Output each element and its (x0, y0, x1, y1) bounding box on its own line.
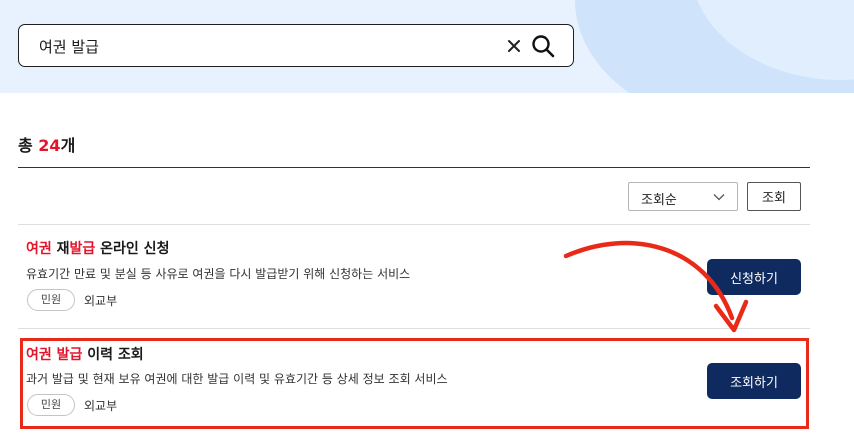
query-button[interactable]: 조회 (747, 182, 801, 211)
title-highlight: 발급 (69, 241, 96, 257)
result-count-number: 24 (38, 136, 61, 155)
highlight-box (20, 338, 809, 429)
search-icon[interactable] (531, 34, 555, 58)
divider (18, 224, 810, 225)
title-text: 온라인 신청 (95, 241, 170, 257)
search-input[interactable] (39, 33, 479, 59)
result-count-suffix: 개 (60, 136, 76, 155)
item-title[interactable]: 여권 재발급 온라인 신청 (26, 238, 169, 258)
divider (18, 167, 810, 168)
chevron-down-icon (713, 194, 725, 201)
organization-label: 외교부 (84, 294, 118, 308)
title-text: 재 (51, 241, 70, 257)
close-icon[interactable] (505, 37, 523, 55)
item-description: 유효기간 만료 및 분실 등 사유로 여권을 다시 발급받기 위해 신청하는 서… (26, 267, 411, 281)
title-highlight: 여권 (26, 241, 52, 257)
result-count: 총 24개 (18, 132, 75, 156)
search-box (18, 24, 574, 67)
sort-select-label: 조회순 (641, 193, 677, 208)
curved-arrow-icon (563, 240, 749, 333)
result-count-prefix: 총 (18, 136, 39, 155)
category-tag: 민원 (27, 289, 75, 311)
sort-select[interactable]: 조회순 (628, 182, 738, 211)
